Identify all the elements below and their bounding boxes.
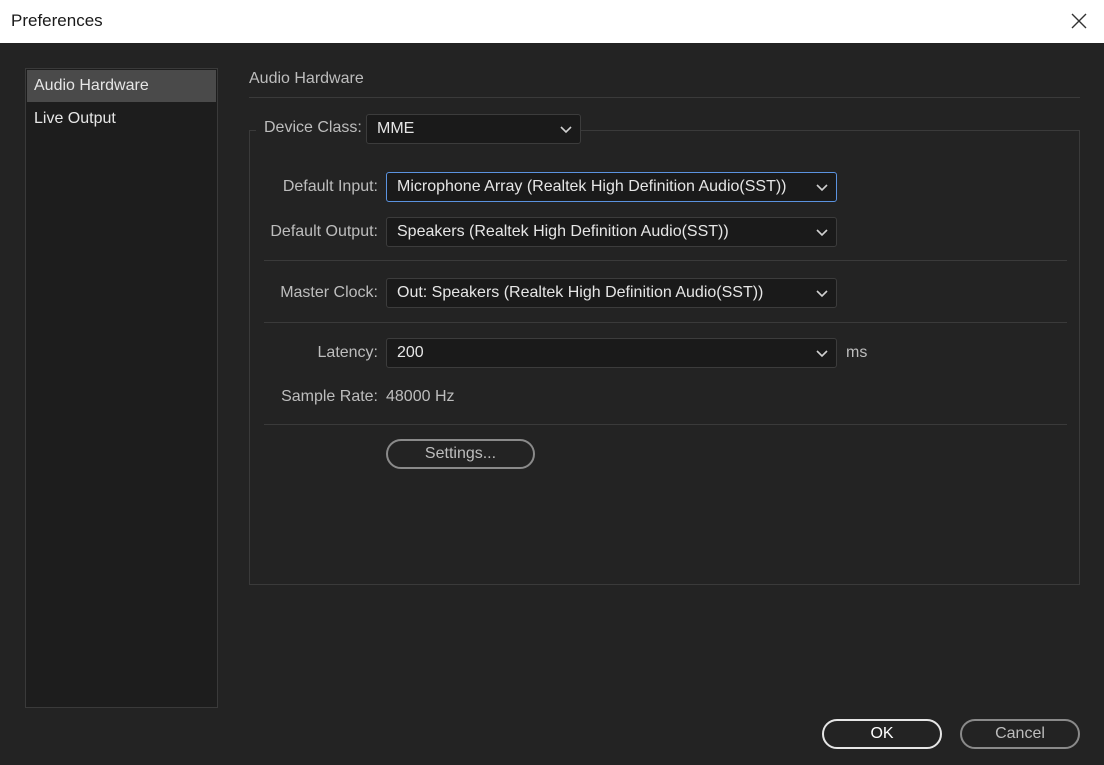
chevron-down-icon bbox=[816, 350, 828, 358]
section-title: Audio Hardware bbox=[249, 70, 364, 87]
close-button[interactable] bbox=[1064, 6, 1094, 36]
latency-value: 200 bbox=[397, 344, 424, 361]
latency-unit: ms bbox=[846, 344, 868, 361]
divider bbox=[264, 424, 1067, 425]
master-clock-label: Master Clock: bbox=[280, 284, 378, 301]
chevron-down-icon bbox=[816, 184, 828, 192]
dialog-content: Audio Hardware Live Output Audio Hardwar… bbox=[0, 43, 1104, 765]
title-bar: Preferences bbox=[0, 0, 1104, 43]
device-class-select[interactable]: MME bbox=[366, 114, 581, 144]
default-input-label: Default Input: bbox=[282, 178, 378, 195]
close-icon bbox=[1071, 13, 1087, 29]
sidebar-item-audio-hardware[interactable]: Audio Hardware bbox=[27, 70, 216, 102]
sidebar-item-label: Audio Hardware bbox=[34, 77, 149, 94]
sample-rate-value: 48000 Hz bbox=[386, 388, 455, 405]
cancel-button[interactable]: Cancel bbox=[960, 719, 1080, 749]
section-divider bbox=[249, 97, 1080, 98]
chevron-down-icon bbox=[816, 229, 828, 237]
master-clock-select[interactable]: Out: Speakers (Realtek High Definition A… bbox=[386, 278, 837, 308]
latency-select[interactable]: 200 bbox=[386, 338, 837, 368]
sidebar-item-label: Live Output bbox=[34, 110, 116, 127]
window-title: Preferences bbox=[11, 11, 103, 30]
default-output-value: Speakers (Realtek High Definition Audio(… bbox=[397, 223, 729, 240]
master-clock-value: Out: Speakers (Realtek High Definition A… bbox=[397, 284, 764, 301]
chevron-down-icon bbox=[560, 126, 572, 134]
default-input-select[interactable]: Microphone Array (Realtek High Definitio… bbox=[386, 172, 837, 202]
settings-button[interactable]: Settings... bbox=[386, 439, 535, 469]
sidebar-item-live-output[interactable]: Live Output bbox=[27, 103, 216, 135]
divider bbox=[264, 260, 1067, 261]
sidebar: Audio Hardware Live Output bbox=[25, 68, 218, 708]
default-output-select[interactable]: Speakers (Realtek High Definition Audio(… bbox=[386, 217, 837, 247]
device-class-value: MME bbox=[377, 120, 415, 137]
chevron-down-icon bbox=[816, 290, 828, 298]
sample-rate-label: Sample Rate: bbox=[281, 388, 378, 405]
default-output-label: Default Output: bbox=[270, 223, 378, 240]
latency-label: Latency: bbox=[317, 344, 378, 361]
default-input-value: Microphone Array (Realtek High Definitio… bbox=[397, 178, 787, 195]
divider bbox=[264, 322, 1067, 323]
device-class-label: Device Class: bbox=[256, 119, 366, 137]
ok-button[interactable]: OK bbox=[822, 719, 942, 749]
